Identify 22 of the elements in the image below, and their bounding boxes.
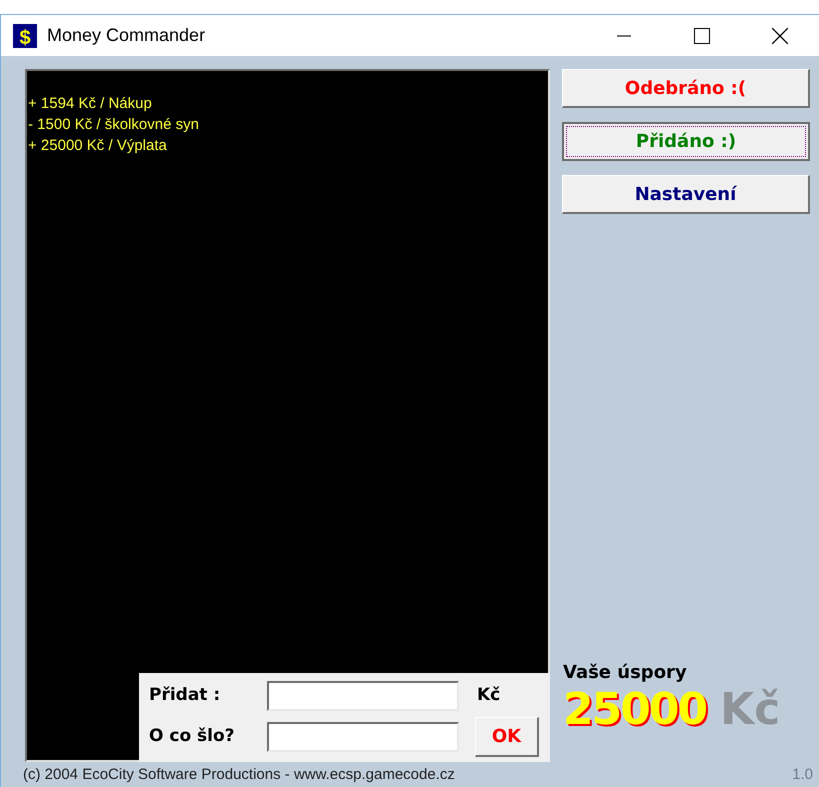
currency-label: Kč — [477, 684, 502, 708]
note-label: O co šlo? — [149, 725, 236, 748]
version-text: 1.0 — [792, 764, 814, 785]
copyright-text: (c) 2004 EcoCity Software Productions - www.ecsp.gamecode.cz — [23, 764, 455, 785]
amount-label: Přidat : — [149, 684, 222, 708]
log-entry: - 1500 Kč / školkovné syn — [28, 115, 200, 135]
dollar-app-icon: $ — [13, 24, 37, 48]
action-button[interactable]: Přidáno :) — [562, 122, 810, 161]
minimize-icon — [617, 34, 631, 36]
savings-label: Vaše úspory — [563, 661, 688, 685]
amount-field[interactable] — [267, 681, 459, 711]
close-icon — [772, 28, 788, 44]
window-title: Money Commander — [47, 24, 206, 47]
note-field[interactable] — [267, 722, 459, 752]
log-entry: + 25000 Kč / Výplata — [28, 136, 168, 156]
action-button[interactable]: Odebráno :( — [562, 69, 810, 108]
savings-currency: Kč — [720, 688, 780, 732]
action-button[interactable]: Nastavení — [562, 175, 810, 214]
maximize-icon — [694, 28, 710, 44]
ok-button[interactable]: OK — [475, 717, 539, 757]
log-entry: + 1594 Kč / Nákup — [28, 94, 153, 114]
savings-amount: 25000 — [563, 688, 706, 732]
